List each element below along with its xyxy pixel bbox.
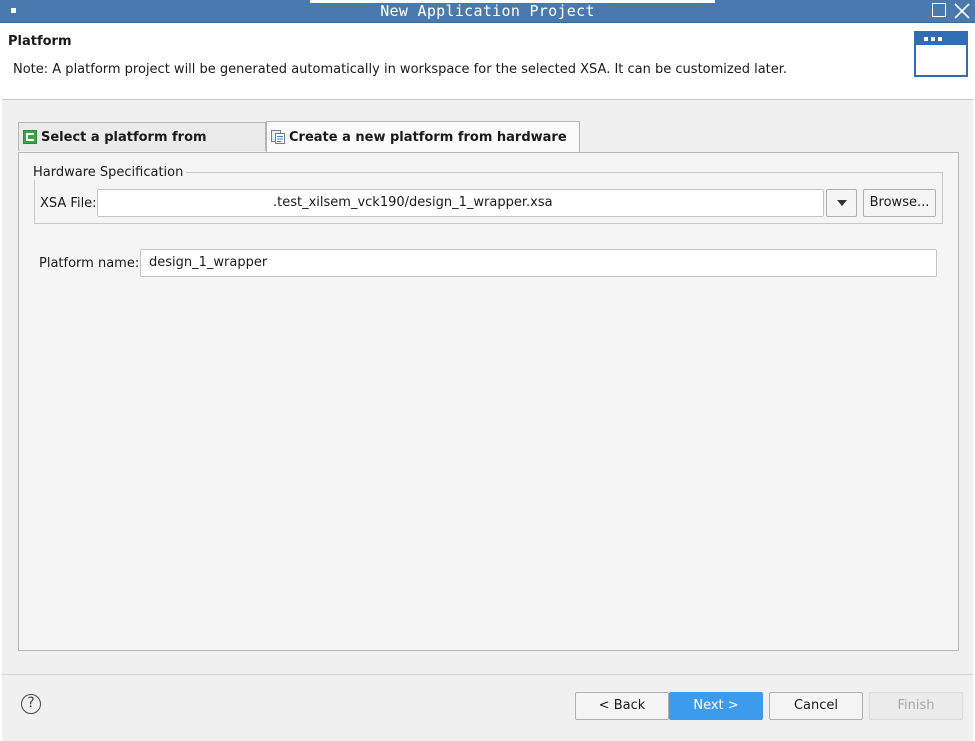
tab-create-platform-xsa[interactable]: Create a new platform from hardware (XSA… — [266, 121, 580, 176]
chevron-down-icon — [837, 200, 847, 206]
repository-icon — [23, 130, 37, 144]
redacted-path — [102, 193, 274, 213]
xsa-file-path: .test_xilsem_vck190/design_1_wrapper.xsa — [273, 195, 553, 210]
back-button[interactable]: < Back — [575, 692, 669, 720]
footer-divider — [2, 674, 973, 675]
xsa-file-input[interactable]: .test_xilsem_vck190/design_1_wrapper.xsa — [97, 189, 824, 217]
wizard-banner-icon — [914, 31, 968, 77]
maximize-icon[interactable] — [932, 3, 946, 17]
title-bar: New Application Project — [0, 0, 975, 23]
tab-select-platform-repository[interactable]: Select a platform from repository — [18, 122, 266, 174]
window-title: New Application Project — [380, 2, 595, 20]
hardware-xsa-icon — [271, 130, 285, 144]
browse-button[interactable]: Browse... — [863, 189, 936, 217]
page-description: Note: A platform project will be generat… — [13, 62, 788, 77]
close-icon[interactable] — [953, 2, 971, 20]
page-title: Platform — [8, 34, 72, 49]
finish-button[interactable]: Finish — [869, 692, 963, 720]
hardware-specification-legend: Hardware Specification — [33, 165, 187, 180]
platform-name-label: Platform name: — [39, 256, 140, 271]
help-icon[interactable]: ? — [21, 694, 41, 714]
wizard-header: Platform Note: A platform project will b… — [2, 23, 973, 100]
tab-strip: Select a platform from repository Create… — [18, 121, 959, 176]
cancel-button[interactable]: Cancel — [769, 692, 863, 720]
platform-name-input[interactable]: design_1_wrapper — [140, 249, 937, 277]
tab-content-panel — [18, 152, 959, 651]
next-button[interactable]: Next > — [669, 692, 763, 720]
xsa-file-label: XSA File: — [40, 196, 97, 211]
